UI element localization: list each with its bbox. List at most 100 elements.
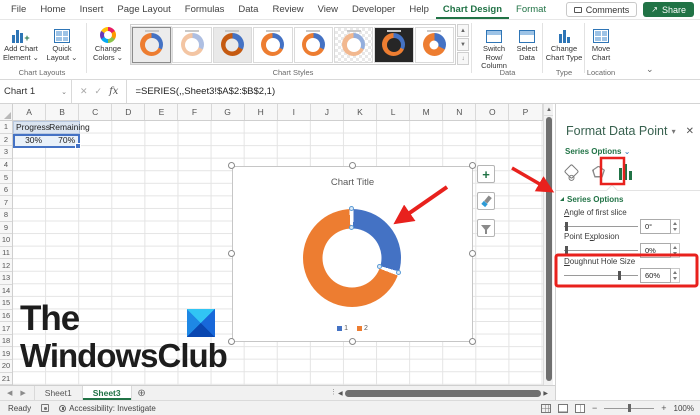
column-header-I[interactable]: I [278,104,311,120]
chart-style-7[interactable] [374,26,414,63]
formula-input[interactable]: =SERIES(,,Sheet3!$A$2:$B$2,1) [127,80,700,103]
field-slider-thumb-point-explosion[interactable] [565,246,568,255]
row-header-4[interactable]: 4 [0,159,12,172]
column-header-P[interactable]: P [509,104,543,120]
row-header-19[interactable]: 19 [0,347,12,360]
gallery-up-button[interactable]: ▲ [457,24,469,37]
new-sheet-button[interactable]: ⊕ [132,386,152,400]
column-header-L[interactable]: L [377,104,411,120]
row-header-16[interactable]: 16 [0,310,12,323]
column-header-B[interactable]: B [46,104,80,120]
insert-function-icon[interactable]: fx [109,86,118,97]
column-header-A[interactable]: A [13,104,47,120]
select-data-button[interactable]: Select Data [513,23,541,62]
ribbon-tab-chart-design[interactable]: Chart Design [436,0,509,19]
row-header-5[interactable]: 5 [0,171,12,184]
row-header-8[interactable]: 8 [0,209,12,222]
chart-style-5[interactable] [293,26,333,63]
fill-bucket-icon[interactable] [563,162,580,181]
chart-style-8[interactable] [414,26,454,63]
chart-elements-button[interactable]: + [477,165,495,183]
zoom-out-icon[interactable]: − [592,403,597,413]
field-slider-thumb-doughnut-hole-size[interactable] [618,271,621,280]
chart-resize-handle-e[interactable] [469,250,476,257]
ribbon-tab-view[interactable]: View [311,0,345,19]
column-header-E[interactable]: E [145,104,179,120]
legend-item-1[interactable]: 1 [337,325,348,332]
column-header-O[interactable]: O [476,104,510,120]
vertical-scrollbar[interactable]: ▲ [543,104,553,385]
macro-record-icon[interactable] [41,404,50,412]
select-all-corner[interactable] [0,104,13,121]
row-header-10[interactable]: 10 [0,234,12,247]
field-spinner-point-explosion[interactable] [671,243,680,258]
column-header-J[interactable]: J [311,104,344,120]
chart-legend[interactable]: 12 [233,325,472,332]
row-header-12[interactable]: 12 [0,259,12,272]
ribbon-tab-home[interactable]: Home [33,0,72,19]
sheet-next-icon[interactable]: ▶ [20,389,25,397]
chart-style-2[interactable] [172,26,212,63]
name-box[interactable]: Chart 1 ⌄ [0,80,72,103]
move-chart-button[interactable]: Move Chart [586,23,616,62]
effects-pentagon-icon[interactable] [590,162,607,181]
chart-style-6[interactable] [333,26,374,63]
field-slider-angle-of-first-slice[interactable] [564,222,638,231]
chart-resize-handle-s[interactable] [349,338,356,345]
column-header-H[interactable]: H [245,104,278,120]
column-header-M[interactable]: M [410,104,444,120]
horizontal-scrollbar[interactable]: ◀ ▶ [338,390,548,398]
field-slider-point-explosion[interactable] [564,246,638,255]
page-layout-view-icon[interactable] [558,403,568,413]
column-header-F[interactable]: F [178,104,212,120]
share-button[interactable]: ↗ Share [643,2,694,17]
add-chart-element-button[interactable]: + Add Chart Element ⌄ [1,23,41,62]
row-header-9[interactable]: 9 [0,222,12,235]
name-box-dropdown-icon[interactable]: ⌄ [61,88,67,96]
scroll-up-icon[interactable]: ▲ [544,104,553,116]
row-header-3[interactable]: 3 [0,146,12,159]
row-header-18[interactable]: 18 [0,335,12,348]
chart-styles-button[interactable] [477,192,495,210]
zoom-slider-thumb[interactable] [628,404,632,412]
column-header-N[interactable]: N [443,104,477,120]
row-header-2[interactable]: 2 [0,134,12,147]
row-header-13[interactable]: 13 [0,272,12,285]
column-header-K[interactable]: K [344,104,378,120]
zoom-level[interactable]: 100% [674,404,694,413]
column-header-D[interactable]: D [112,104,146,120]
enter-formula-icon[interactable]: ✓ [95,86,103,97]
collapse-ribbon-icon[interactable]: ⌄ [646,64,654,75]
gallery-down-button[interactable]: ▼ [457,38,469,51]
field-spinner-doughnut-hole-size[interactable] [671,268,680,283]
ribbon-tab-insert[interactable]: Insert [73,0,111,19]
quick-layout-button[interactable]: Quick Layout ⌄ [42,23,82,62]
series-options-section-header[interactable]: Series Options [560,195,623,204]
chart-resize-handle-n[interactable] [349,162,356,169]
column-header-G[interactable]: G [212,104,245,120]
field-value-point-explosion[interactable]: 0% [640,243,671,258]
row-header-14[interactable]: 14 [0,285,12,298]
vertical-scrollbar-thumb[interactable] [545,117,552,381]
legend-item-2[interactable]: 2 [357,325,368,332]
sheet-prev-icon[interactable]: ◀ [7,389,12,397]
chart-resize-handle-ne[interactable] [469,162,476,169]
page-break-view-icon[interactable] [575,403,585,413]
change-colors-button[interactable]: Change Colors ⌄ [89,23,127,62]
doughnut-chart[interactable] [303,209,401,307]
field-slider-doughnut-hole-size[interactable] [564,271,638,280]
pane-close-icon[interactable]: ✕ [686,126,694,137]
ribbon-tab-review[interactable]: Review [265,0,310,19]
zoom-slider[interactable] [604,404,655,412]
chart-resize-handle-nw[interactable] [228,162,235,169]
sheet-tab-sheet1[interactable]: Sheet1 [33,386,83,400]
scroll-left-icon[interactable]: ◀ [338,390,343,398]
column-header-C[interactable]: C [79,104,113,120]
row-header-1[interactable]: 1 [0,121,12,134]
cancel-formula-icon[interactable]: ✕ [80,86,88,97]
change-chart-type-button[interactable]: Change Chart Type [544,23,584,62]
row-header-21[interactable]: 21 [0,373,12,385]
horizontal-scrollbar-thumb[interactable] [344,390,542,397]
zoom-in-icon[interactable]: + [661,403,666,413]
row-header-6[interactable]: 6 [0,184,12,197]
